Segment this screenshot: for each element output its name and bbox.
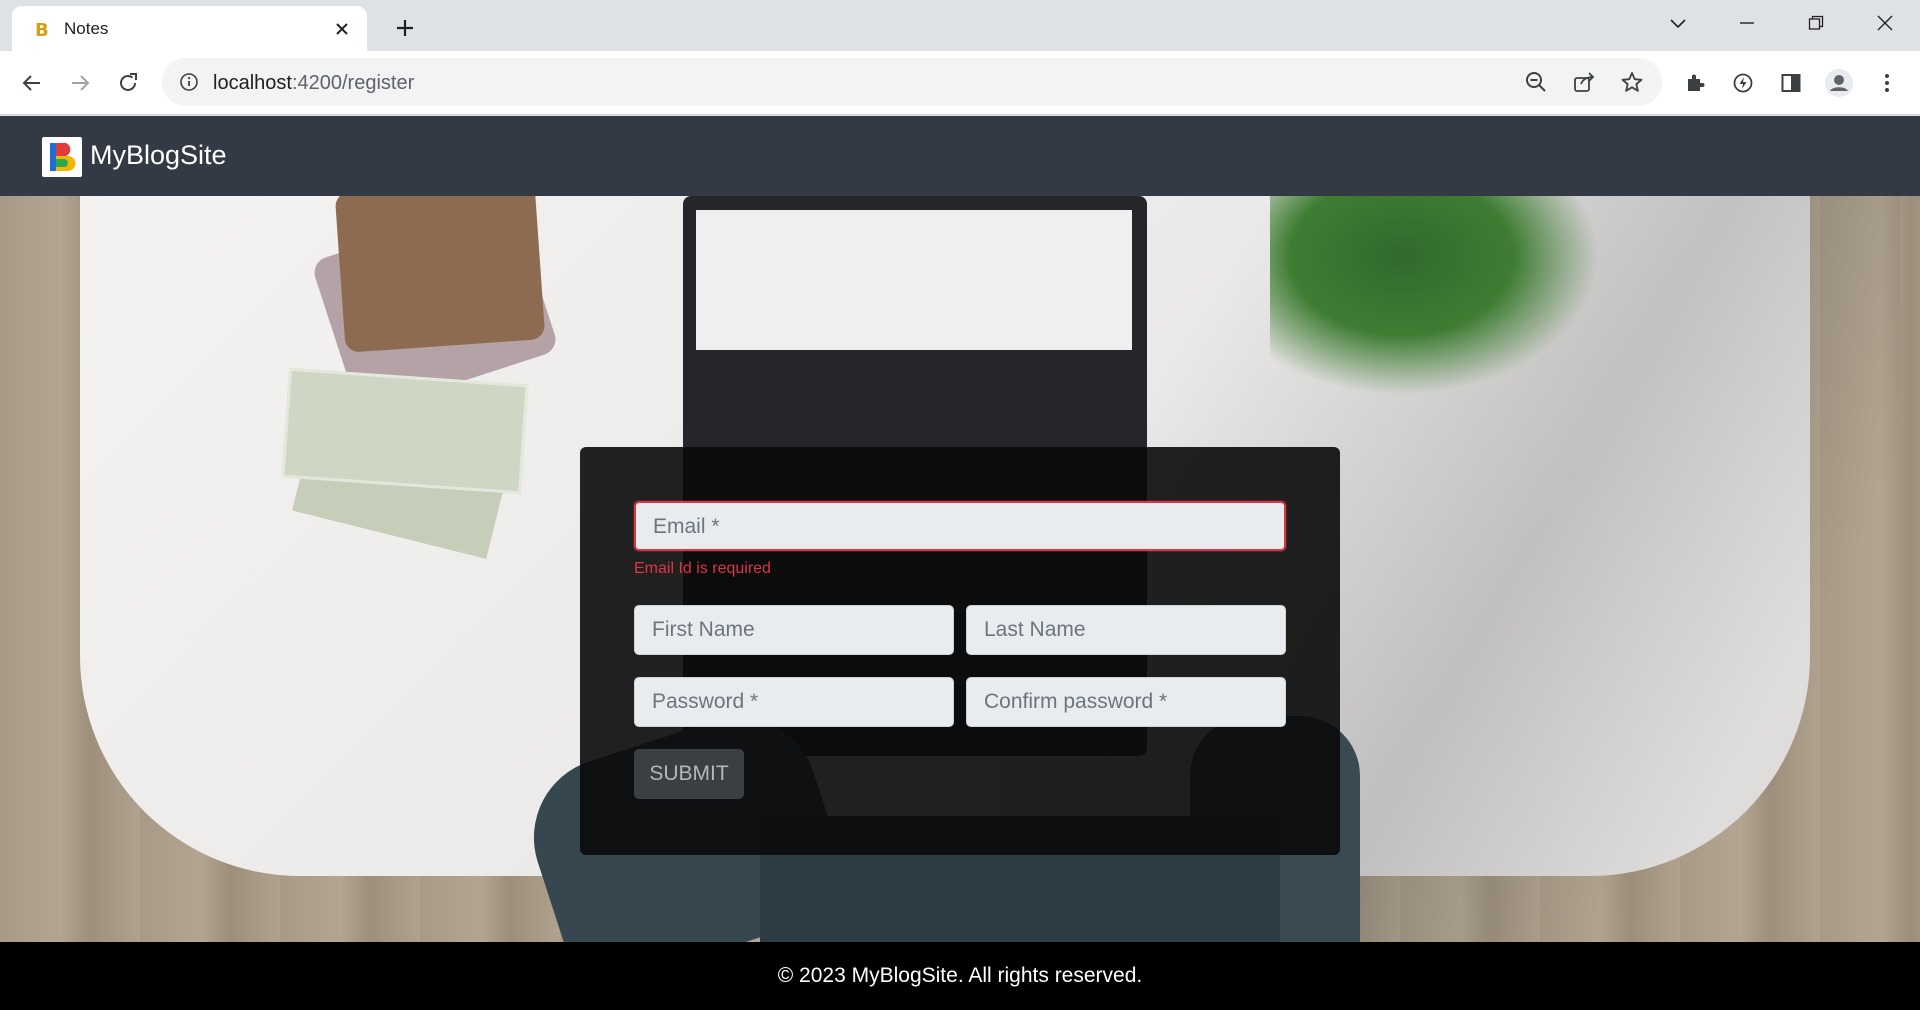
plant-image <box>1270 196 1600 396</box>
performance-icon[interactable] <box>1725 65 1761 101</box>
submit-button[interactable]: SUBMIT <box>634 749 744 799</box>
minimize-icon[interactable] <box>1727 8 1767 38</box>
extensions-icon[interactable] <box>1677 65 1713 101</box>
tab-title: Notes <box>64 18 109 38</box>
page-content: MyBlogSite Email * Email Id is required … <box>0 116 1920 1010</box>
brand-name-link[interactable]: MyBlogSite <box>90 140 227 171</box>
share-icon[interactable] <box>1572 70 1596 94</box>
last-name-field[interactable]: Last Name <box>966 605 1286 655</box>
profile-icon[interactable] <box>1821 65 1857 101</box>
first-name-field[interactable]: First Name <box>634 605 954 655</box>
restore-icon[interactable] <box>1796 8 1836 38</box>
plus-icon[interactable] <box>390 13 420 43</box>
chevron-down-icon[interactable] <box>1658 8 1698 38</box>
wallet-image <box>334 196 546 353</box>
close-icon[interactable] <box>331 18 353 40</box>
favicon-icon: B <box>32 19 52 39</box>
site-navbar: MyBlogSite <box>0 116 1920 196</box>
svg-text:B: B <box>35 20 49 39</box>
forward-icon[interactable] <box>62 65 98 101</box>
banknotes-image <box>281 367 529 495</box>
confirm-password-field[interactable]: Confirm password * <box>966 677 1286 727</box>
close-window-icon[interactable] <box>1865 8 1905 38</box>
brand-logo-icon[interactable] <box>42 137 82 177</box>
copyright-text: © 2023 MyBlogSite. All rights reserved. <box>777 964 1143 987</box>
sidepanel-icon[interactable] <box>1773 65 1809 101</box>
reload-icon[interactable] <box>110 65 146 101</box>
laptop-screen <box>696 210 1132 350</box>
zoom-out-icon[interactable] <box>1524 70 1548 94</box>
info-icon[interactable] <box>178 71 200 93</box>
email-error-message: Email Id is required <box>634 560 771 577</box>
address-bar[interactable]: localhost:4200/register <box>162 58 1662 106</box>
url-text: localhost:4200/register <box>213 72 415 94</box>
email-field[interactable]: Email * <box>634 501 1286 551</box>
browser-tab[interactable]: B Notes <box>12 6 367 51</box>
back-icon[interactable] <box>14 65 50 101</box>
tab-strip: B Notes <box>0 0 1920 51</box>
register-form: Email * Email Id is required First Name … <box>580 447 1340 855</box>
site-footer: © 2023 MyBlogSite. All rights reserved. <box>0 942 1920 1010</box>
more-icon[interactable] <box>1869 65 1905 101</box>
browser-toolbar: localhost:4200/register <box>0 51 1920 115</box>
password-field[interactable]: Password * <box>634 677 954 727</box>
star-icon[interactable] <box>1620 70 1644 94</box>
